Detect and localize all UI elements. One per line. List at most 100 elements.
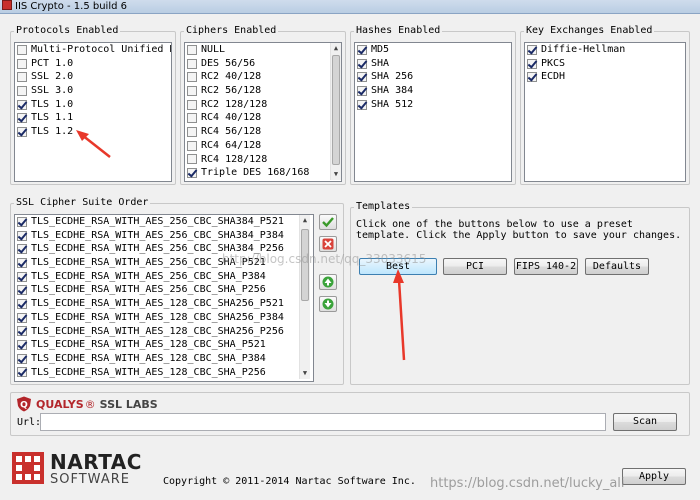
ciphers-list[interactable]: NULL DES 56/56 RC2 40/128 RC2 56/128 RC2 128…	[184, 42, 342, 182]
list-item[interactable]: Diffie-Hellman	[525, 43, 685, 57]
arrow-down-icon	[322, 298, 334, 310]
list-item[interactable]: Triple DES 168/168	[185, 166, 341, 180]
scroll-up-icon[interactable]: ▲	[331, 43, 341, 54]
list-item[interactable]: RC4 40/128	[185, 111, 341, 125]
checkbox[interactable]	[187, 99, 197, 110]
scroll-down-icon[interactable]: ▼	[300, 368, 310, 379]
checkbox[interactable]	[17, 367, 27, 378]
checkbox[interactable]	[17, 312, 27, 323]
checkbox[interactable]	[187, 126, 197, 137]
checkbox[interactable]	[357, 99, 367, 110]
checkbox[interactable]	[17, 230, 27, 241]
list-item[interactable]: RC2 128/128	[185, 98, 341, 112]
key-exchanges-list[interactable]: Diffie-Hellman PKCS ECDH	[524, 42, 686, 182]
list-item[interactable]: RC4 64/128	[185, 139, 341, 153]
list-item[interactable]: NULL	[185, 43, 341, 57]
checkbox[interactable]	[17, 44, 27, 55]
template-pci-button[interactable]: PCI	[443, 258, 507, 275]
list-item[interactable]: TLS_ECDHE_RSA_WITH_AES_256_CBC_SHA_P256	[15, 283, 313, 297]
checkbox[interactable]	[357, 58, 367, 69]
remove-suite-button[interactable]	[319, 236, 337, 252]
suites-list[interactable]: TLS_ECDHE_RSA_WITH_AES_256_CBC_SHA384_P5…	[14, 214, 314, 382]
move-up-button[interactable]	[319, 274, 337, 290]
checkbox[interactable]	[17, 285, 27, 296]
list-item[interactable]: TLS_ECDHE_RSA_WITH_AES_128_CBC_SHA256_P5…	[15, 297, 313, 311]
apply-button[interactable]: Apply	[622, 468, 686, 485]
checkbox[interactable]	[17, 85, 27, 96]
checkbox[interactable]	[187, 140, 197, 151]
checkbox[interactable]	[527, 44, 537, 55]
checkbox[interactable]	[17, 58, 27, 69]
list-item-label: TLS_ECDHE_RSA_WITH_AES_256_CBC_SHA384_P5…	[31, 216, 284, 227]
list-item[interactable]: TLS_ECDHE_RSA_WITH_AES_128_CBC_SHA_P384	[15, 352, 313, 366]
list-item[interactable]: RC4 56/128	[185, 125, 341, 139]
move-down-button[interactable]	[319, 296, 337, 312]
scroll-up-icon[interactable]: ▲	[300, 215, 310, 226]
list-item[interactable]: Multi-Protocol Unified Hell	[15, 43, 171, 57]
list-item-label: RC2 128/128	[201, 98, 268, 110]
checkbox[interactable]	[17, 216, 27, 227]
list-item[interactable]: TLS 1.1	[15, 111, 171, 125]
checkbox[interactable]	[17, 99, 27, 110]
list-item[interactable]: SSL 2.0	[15, 70, 171, 84]
checkbox[interactable]	[187, 154, 197, 165]
protocols-list[interactable]: Multi-Protocol Unified Hell PCT 1.0 SSL 2.…	[14, 42, 172, 182]
suites-scrollbar[interactable]: ▲ ▼	[299, 215, 310, 379]
checkbox[interactable]	[17, 326, 27, 337]
scroll-thumb[interactable]	[332, 55, 340, 165]
checkbox[interactable]	[357, 72, 367, 83]
url-input[interactable]	[40, 413, 606, 431]
list-item[interactable]: PKCS	[525, 57, 685, 71]
enable-suite-button[interactable]	[319, 214, 337, 230]
checkbox[interactable]	[17, 113, 27, 124]
list-item[interactable]: MD5	[355, 43, 511, 57]
checkbox[interactable]	[187, 113, 197, 124]
checkbox[interactable]	[187, 72, 197, 83]
checkbox[interactable]	[17, 244, 27, 255]
checkbox[interactable]	[187, 44, 197, 55]
list-item[interactable]: RC2 40/128	[185, 70, 341, 84]
list-item[interactable]: RC4 128/128	[185, 153, 341, 167]
checkbox[interactable]	[17, 298, 27, 309]
checkbox[interactable]	[17, 126, 27, 137]
list-item[interactable]: TLS_ECDHE_RSA_WITH_AES_128_CBC_SHA256_P3…	[15, 311, 313, 325]
list-item[interactable]: SHA 256	[355, 70, 511, 84]
checkbox[interactable]	[357, 85, 367, 96]
checkbox[interactable]	[187, 85, 197, 96]
checkbox[interactable]	[17, 271, 27, 282]
list-item[interactable]: SSL 3.0	[15, 84, 171, 98]
checkbox[interactable]	[17, 353, 27, 364]
scroll-down-icon[interactable]: ▼	[331, 169, 341, 180]
list-item[interactable]: SHA 384	[355, 84, 511, 98]
checkbox[interactable]	[187, 168, 197, 179]
checkbox[interactable]	[527, 58, 537, 69]
checkbox[interactable]	[17, 72, 27, 83]
ciphers-scrollbar[interactable]: ▲ ▼	[330, 43, 341, 180]
list-item[interactable]: SHA	[355, 57, 511, 71]
checkbox[interactable]	[187, 58, 197, 69]
list-item[interactable]: RC2 56/128	[185, 84, 341, 98]
list-item[interactable]: TLS_ECDHE_RSA_WITH_AES_256_CBC_SHA384_P3…	[15, 229, 313, 243]
list-item[interactable]: TLS_ECDHE_RSA_WITH_AES_256_CBC_SHA_P384	[15, 270, 313, 284]
template-fips-button[interactable]: FIPS 140-2	[514, 258, 578, 275]
list-item[interactable]: PCT 1.0	[15, 57, 171, 71]
checkbox[interactable]	[357, 44, 367, 55]
list-item[interactable]: TLS 1.0	[15, 98, 171, 112]
checkbox[interactable]	[17, 257, 27, 268]
checkbox[interactable]	[527, 72, 537, 83]
list-item[interactable]: SHA 512	[355, 98, 511, 112]
scan-button[interactable]: Scan	[613, 413, 677, 431]
list-item-label: TLS_ECDHE_RSA_WITH_AES_256_CBC_SHA384_P3…	[31, 229, 284, 241]
list-item-label: Diffie-Hellman	[541, 44, 626, 55]
list-item[interactable]: TLS_ECDHE_RSA_WITH_AES_128_CBC_SHA_P256	[15, 366, 313, 380]
nartac-logo-top: NARTAC	[50, 450, 142, 474]
list-item[interactable]: TLS_ECDHE_RSA_WITH_AES_256_CBC_SHA384_P5…	[15, 215, 313, 229]
checkbox[interactable]	[17, 340, 27, 351]
list-item[interactable]: TLS_ECDHE_RSA_WITH_AES_128_CBC_SHA_P521	[15, 338, 313, 352]
list-item[interactable]: DES 56/56	[185, 57, 341, 71]
list-item[interactable]: TLS_ECDHE_RSA_WITH_AES_128_CBC_SHA256_P2…	[15, 325, 313, 339]
list-item[interactable]: TLS 1.2	[15, 125, 171, 139]
hashes-list[interactable]: MD5 SHA SHA 256 SHA 384 SHA 512	[354, 42, 512, 182]
list-item[interactable]: ECDH	[525, 70, 685, 84]
template-defaults-button[interactable]: Defaults	[585, 258, 649, 275]
